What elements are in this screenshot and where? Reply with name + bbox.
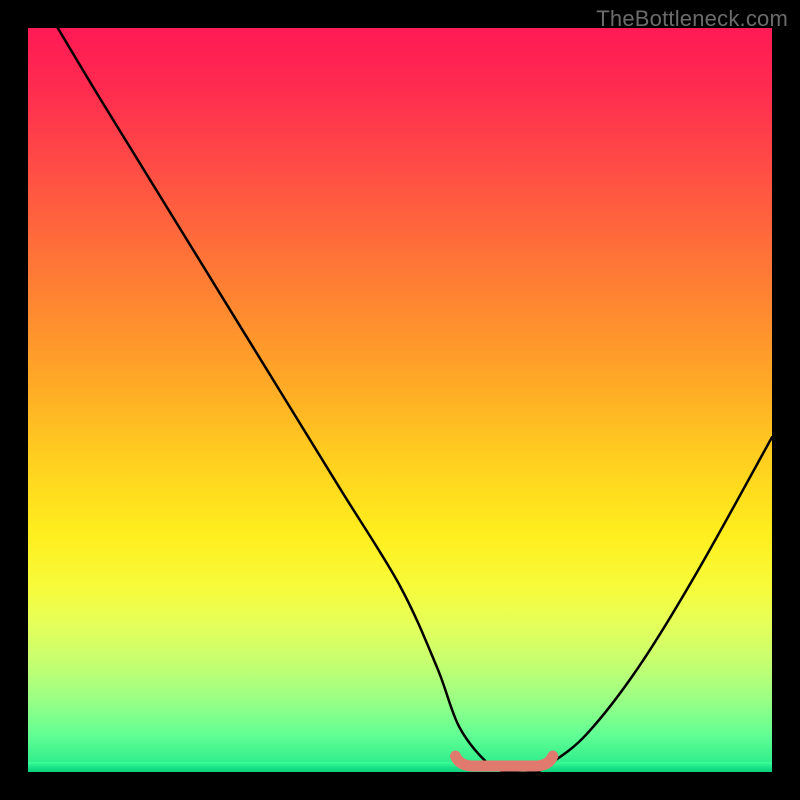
watermark-text: TheBottleneck.com xyxy=(596,6,788,32)
bottleneck-curve xyxy=(58,28,772,772)
plot-area xyxy=(28,28,772,772)
flat-minimum-highlight xyxy=(456,756,553,766)
curve-layer xyxy=(28,28,772,772)
chart-frame: TheBottleneck.com xyxy=(0,0,800,800)
